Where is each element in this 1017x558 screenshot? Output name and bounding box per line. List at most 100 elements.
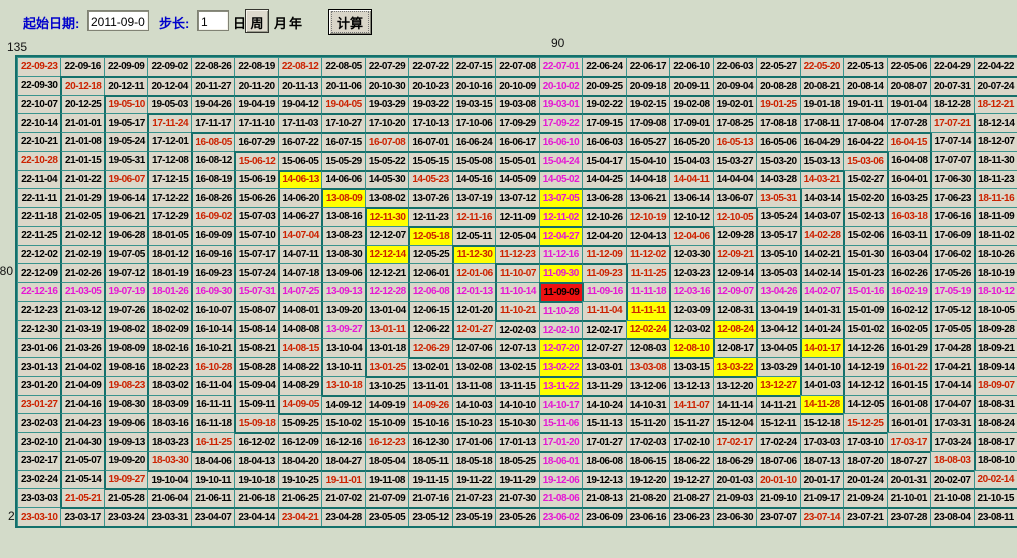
date-cell-24-22: 21-10-08 <box>930 488 973 507</box>
date-cell-22-19: 18-07-13 <box>800 451 843 470</box>
date-cell-9-15: 12-10-19 <box>626 207 669 226</box>
date-cell-23-20: 20-01-24 <box>843 470 886 489</box>
date-cell-10-15: 12-04-13 <box>626 226 669 245</box>
date-cell-19-12: 14-10-10 <box>495 395 538 414</box>
date-cell-3-16: 19-02-08 <box>669 95 712 114</box>
date-cell-1-4: 22-09-02 <box>147 57 190 76</box>
date-cell-3-9: 19-03-29 <box>365 95 408 114</box>
date-cell-10-18: 13-05-17 <box>756 226 799 245</box>
date-cell-25-9: 23-05-05 <box>365 507 408 526</box>
date-cell-15-5: 16-10-14 <box>191 320 234 339</box>
date-cell-21-17: 17-02-17 <box>713 432 756 451</box>
date-cell-5-3: 19-05-24 <box>104 132 147 151</box>
date-cell-24-20: 21-09-24 <box>843 488 886 507</box>
date-cell-3-1: 22-10-07 <box>17 95 60 114</box>
date-cell-10-17: 12-09-28 <box>713 226 756 245</box>
date-cell-2-5: 20-11-27 <box>191 76 234 95</box>
date-cell-17-23: 18-09-14 <box>974 357 1017 376</box>
date-cell-13-11: 12-01-13 <box>452 282 495 301</box>
date-cell-8-1: 22-11-11 <box>17 188 60 207</box>
date-cell-1-10: 22-07-22 <box>408 57 451 76</box>
date-cell-7-1: 22-11-04 <box>17 170 60 189</box>
start-date-input[interactable] <box>87 10 149 31</box>
date-cell-16-13: 12-07-20 <box>539 338 582 357</box>
date-cell-22-18: 18-07-06 <box>756 451 799 470</box>
date-cell-15-1: 22-12-30 <box>17 320 60 339</box>
date-cell-3-23: 18-12-21 <box>974 95 1017 114</box>
date-cell-25-19: 23-07-14 <box>800 507 843 526</box>
date-cell-19-4: 18-03-09 <box>147 395 190 414</box>
date-cell-13-14: 11-09-16 <box>582 282 625 301</box>
date-cell-13-15: 11-11-18 <box>626 282 669 301</box>
date-cell-9-12: 12-11-09 <box>495 207 538 226</box>
date-cell-23-14: 19-12-13 <box>582 470 625 489</box>
date-cell-15-4: 18-02-09 <box>147 320 190 339</box>
date-cell-19-20: 14-12-05 <box>843 395 886 414</box>
date-cell-2-23: 20-07-24 <box>974 76 1017 95</box>
date-cell-5-2: 21-01-08 <box>60 132 103 151</box>
date-cell-22-8: 18-04-27 <box>321 451 364 470</box>
date-cell-23-10: 19-11-15 <box>408 470 451 489</box>
date-cell-24-1: 23-03-03 <box>17 488 60 507</box>
date-cell-15-17: 12-08-24 <box>713 320 756 339</box>
date-cell-25-12: 23-05-26 <box>495 507 538 526</box>
date-cell-20-6: 15-09-18 <box>234 413 277 432</box>
period-option-year[interactable]: 年 <box>289 13 302 32</box>
date-cell-17-18: 13-03-29 <box>756 357 799 376</box>
date-cell-22-15: 18-06-15 <box>626 451 669 470</box>
date-cell-5-17: 16-05-13 <box>713 132 756 151</box>
date-cell-16-23: 18-09-21 <box>974 338 1017 357</box>
date-cell-14-11: 12-01-20 <box>452 301 495 320</box>
date-cell-10-8: 13-08-23 <box>321 226 364 245</box>
date-cell-3-15: 19-02-15 <box>626 95 669 114</box>
date-cell-21-13: 17-01-20 <box>539 432 582 451</box>
date-cell-19-15: 14-10-31 <box>626 395 669 414</box>
date-cell-15-18: 13-04-12 <box>756 320 799 339</box>
date-cell-12-21: 16-02-26 <box>887 263 930 282</box>
period-option-month[interactable]: 月 <box>274 13 287 32</box>
date-cell-5-13: 16-06-10 <box>539 132 582 151</box>
date-cell-5-19: 16-04-29 <box>800 132 843 151</box>
date-cell-19-2: 21-04-16 <box>60 395 103 414</box>
date-cell-15-19: 14-01-24 <box>800 320 843 339</box>
date-cell-9-6: 15-07-03 <box>234 207 277 226</box>
date-cell-11-18: 13-05-10 <box>756 245 799 264</box>
date-cell-6-22: 17-07-07 <box>930 151 973 170</box>
date-cell-13-5: 16-09-30 <box>191 282 234 301</box>
date-cell-25-3: 23-03-24 <box>104 507 147 526</box>
date-cell-6-23: 18-11-30 <box>974 151 1017 170</box>
date-cell-22-1: 23-02-17 <box>17 451 60 470</box>
date-cell-7-5: 16-08-19 <box>191 170 234 189</box>
date-cell-21-19: 17-03-03 <box>800 432 843 451</box>
date-cell-25-17: 23-06-30 <box>713 507 756 526</box>
date-cell-20-14: 15-11-13 <box>582 413 625 432</box>
date-cell-16-8: 13-10-04 <box>321 338 364 357</box>
date-cell-5-10: 16-07-01 <box>408 132 451 151</box>
period-option-week-selected[interactable]: 周 <box>245 9 269 33</box>
date-cell-17-3: 19-08-16 <box>104 357 147 376</box>
date-cell-12-16: 12-03-23 <box>669 263 712 282</box>
date-cell-9-2: 21-02-05 <box>60 207 103 226</box>
calculate-button[interactable]: 计算 <box>328 9 372 35</box>
date-cell-17-14: 13-03-01 <box>582 357 625 376</box>
date-cell-5-1: 22-10-21 <box>17 132 60 151</box>
date-cell-1-14: 22-06-24 <box>582 57 625 76</box>
date-cell-13-8: 13-09-13 <box>321 282 364 301</box>
date-cell-4-3: 19-05-17 <box>104 113 147 132</box>
step-input[interactable] <box>197 10 229 31</box>
date-cell-8-11: 13-07-19 <box>452 188 495 207</box>
date-cell-5-6: 16-07-29 <box>234 132 277 151</box>
date-cell-9-23: 18-11-09 <box>974 207 1017 226</box>
date-cell-9-17: 12-10-05 <box>713 207 756 226</box>
date-cell-9-5: 16-09-02 <box>191 207 234 226</box>
date-cell-21-18: 17-02-24 <box>756 432 799 451</box>
date-cell-15-13: 12-02-10 <box>539 320 582 339</box>
date-cell-23-7: 19-10-25 <box>278 470 321 489</box>
date-cell-4-21: 17-07-28 <box>887 113 930 132</box>
date-cell-17-17: 13-03-22 <box>713 357 756 376</box>
date-cell-2-7: 20-11-13 <box>278 76 321 95</box>
date-cell-11-22: 17-06-02 <box>930 245 973 264</box>
date-cell-8-12: 13-07-12 <box>495 188 538 207</box>
date-cell-16-21: 16-01-29 <box>887 338 930 357</box>
date-cell-23-12: 19-11-29 <box>495 470 538 489</box>
